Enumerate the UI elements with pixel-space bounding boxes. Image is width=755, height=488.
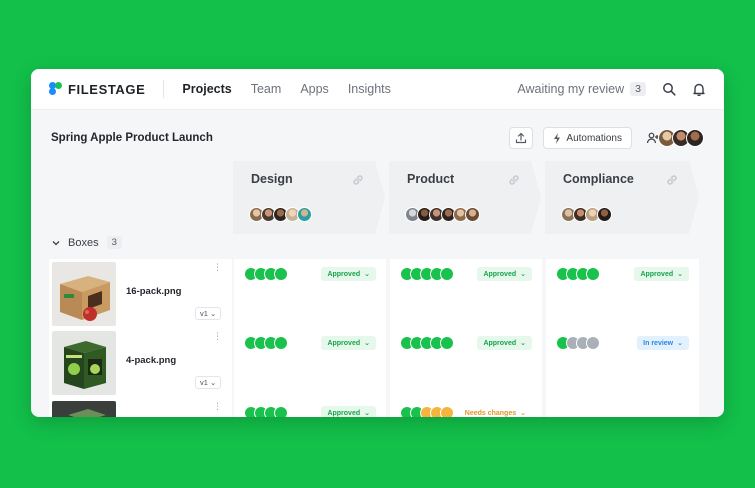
status-badge[interactable]: Needs changes ⌄ (459, 406, 532, 418)
status-badge[interactable]: In review ⌄ (637, 336, 689, 350)
file-thumbnail[interactable] (52, 262, 116, 326)
review-cell-product[interactable]: Needs changes ⌄ (390, 398, 542, 417)
status-badge[interactable]: Approved ⌄ (321, 336, 376, 350)
review-cell-design[interactable]: Approved ⌄ (234, 328, 386, 398)
file-thumbnail[interactable] (52, 331, 116, 395)
reviewer-status-dots (400, 336, 454, 350)
file-cell[interactable]: ⋮ (49, 398, 232, 417)
reviewer-status-dots (556, 267, 600, 281)
reviewer-status-dots (556, 336, 600, 350)
version-dropdown[interactable]: v1 ⌄ (195, 376, 222, 389)
reviewer-status-dots (244, 336, 288, 350)
version-label: v1 (200, 309, 208, 318)
box-product-image (52, 331, 116, 395)
version-dropdown[interactable]: v1 ⌄ (195, 307, 222, 320)
file-name[interactable]: 4-pack.png (126, 355, 176, 366)
review-cell-design[interactable]: Approved ⌄ (234, 398, 386, 417)
review-cell-compliance[interactable] (546, 398, 699, 417)
version-label: v1 (200, 378, 208, 387)
status-badge[interactable]: Approved ⌄ (477, 336, 532, 350)
review-cell-compliance[interactable]: In review ⌄ (546, 328, 699, 398)
status-badge[interactable]: Approved ⌄ (321, 267, 376, 281)
reviewer-status-dots (400, 267, 454, 281)
reviewer-status-dots (244, 406, 288, 417)
status-badge[interactable]: Approved ⌄ (477, 267, 532, 281)
more-options-icon[interactable]: ⋮ (213, 402, 222, 411)
table-row[interactable]: 16-pack.png v1 ⌄ ⋮ Approved⌄ Approved⌄ (49, 259, 699, 329)
review-cell-product[interactable]: Approved ⌄ (390, 328, 542, 398)
review-cell-compliance[interactable]: Approved ⌄ (546, 259, 699, 329)
review-cell-design[interactable]: Approved ⌄ (234, 259, 386, 329)
more-options-icon[interactable]: ⋮ (213, 332, 222, 341)
file-thumbnail[interactable] (52, 401, 116, 417)
status-badge[interactable]: Approved ⌄ (321, 406, 376, 417)
more-options-icon[interactable]: ⋮ (213, 263, 222, 272)
box-product-image (52, 262, 116, 326)
box-product-image (52, 401, 116, 417)
table-row[interactable]: ⋮ Approved ⌄ Needs changes ⌄ (49, 398, 699, 417)
review-cell-product[interactable]: Approved ⌄ (390, 259, 542, 329)
file-name[interactable]: 16-pack.png (126, 286, 181, 297)
table-row[interactable]: 4-pack.png v1 ⌄ ⋮ Approved⌄ Approved⌄ (49, 328, 699, 398)
status-badge[interactable]: Approved ⌄ (634, 267, 689, 281)
file-cell[interactable]: 16-pack.png v1 ⌄ ⋮ (49, 259, 232, 329)
reviewer-status-dots (244, 267, 288, 281)
file-cell[interactable]: 4-pack.png v1 ⌄ ⋮ (49, 328, 232, 398)
reviewer-status-dots (400, 406, 454, 417)
